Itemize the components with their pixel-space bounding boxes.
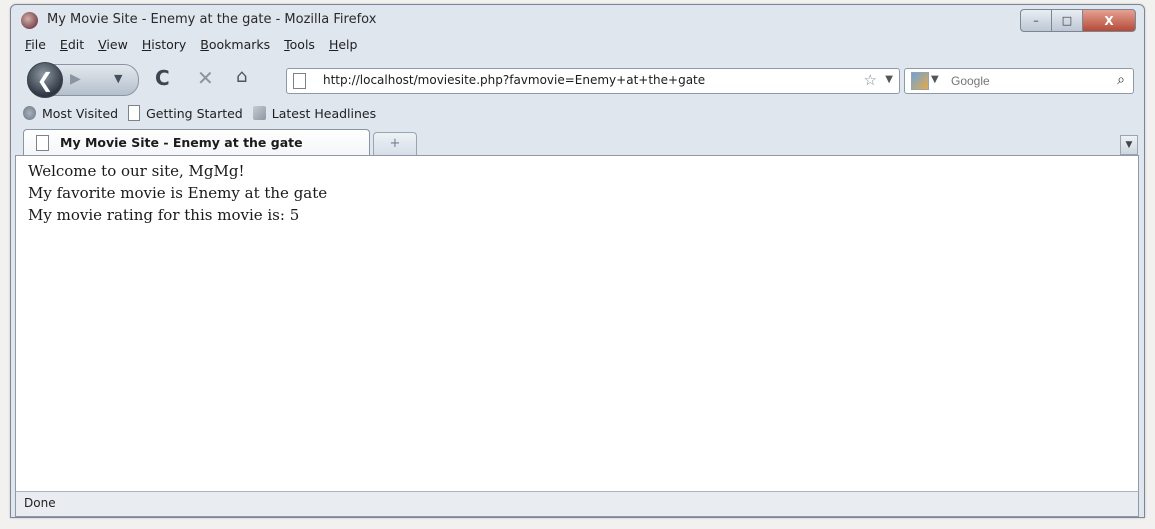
menu-bar: File Edit View History Bookmarks Tools H… — [25, 37, 357, 55]
forward-icon: ▶ — [70, 71, 81, 87]
browser-window: My Movie Site - Enemy at the gate - Mozi… — [10, 4, 1145, 518]
page-icon — [293, 73, 306, 89]
search-bar[interactable]: ▼ ⌕ — [904, 68, 1134, 94]
menu-history[interactable]: History — [142, 37, 186, 55]
back-forward-group: ❮ ▶ ▼ — [27, 62, 139, 98]
url-text[interactable]: http://localhost/moviesite.php?favmovie=… — [323, 73, 705, 87]
back-button[interactable]: ❮ — [27, 62, 63, 98]
title-bar[interactable]: My Movie Site - Enemy at the gate - Mozi… — [11, 5, 1144, 37]
window-title: My Movie Site - Enemy at the gate - Mozi… — [47, 12, 377, 27]
home-button[interactable]: ⌂ — [236, 67, 247, 87]
page-body: Welcome to our site, MgMg! My favorite m… — [28, 160, 327, 226]
search-engine-icon[interactable] — [911, 72, 929, 90]
close-button[interactable]: X — [1082, 9, 1136, 32]
bookmarks-toolbar: Most Visited Getting Started Latest Head… — [23, 103, 376, 123]
navigation-toolbar: ❮ ▶ ▼ C ✕ ⌂ http://localhost/moviesite.p… — [11, 55, 1144, 101]
search-engine-dropdown[interactable]: ▼ — [931, 74, 939, 85]
bookmark-label: Most Visited — [42, 105, 119, 121]
minimize-icon: – — [1033, 14, 1039, 27]
menu-tools[interactable]: Tools — [284, 37, 315, 55]
page-icon — [36, 135, 49, 151]
search-input[interactable] — [949, 72, 1103, 90]
plus-icon: + — [389, 136, 401, 151]
forward-button[interactable]: ▶ — [70, 71, 81, 87]
menu-edit[interactable]: Edit — [60, 37, 84, 55]
tab-list-button[interactable]: ▼ — [1120, 135, 1138, 155]
page-icon — [128, 105, 141, 121]
star-icon[interactable]: ☆ — [864, 71, 877, 89]
bookmark-getting-started[interactable]: Getting Started — [128, 105, 243, 121]
menu-view[interactable]: View — [98, 37, 128, 55]
history-dropdown-button[interactable]: ▼ — [114, 72, 122, 85]
maximize-button[interactable]: □ — [1051, 9, 1082, 32]
status-text: Done — [24, 496, 56, 510]
maximize-icon: □ — [1061, 14, 1073, 27]
favorite-movie-text: My favorite movie is Enemy at the gate — [28, 184, 328, 202]
bookmark-label: Getting Started — [146, 105, 243, 121]
chevron-down-icon: ▼ — [114, 72, 123, 85]
page-content: Welcome to our site, MgMg! My favorite m… — [15, 155, 1139, 492]
minimize-button[interactable]: – — [1020, 9, 1051, 32]
welcome-message: Welcome to our site, MgMg! — [28, 162, 245, 180]
tab-strip: My Movie Site - Enemy at the gate + ▼ — [11, 127, 1144, 156]
reload-button[interactable]: C — [155, 68, 170, 88]
url-dropdown-button[interactable]: ▼ — [885, 74, 893, 85]
menu-bookmarks[interactable]: Bookmarks — [200, 37, 270, 55]
back-icon: ❮ — [36, 68, 54, 92]
status-bar: Done — [15, 491, 1139, 517]
most-visited-icon — [23, 106, 36, 120]
search-icon[interactable]: ⌕ — [1117, 72, 1125, 88]
stop-icon: ✕ — [197, 66, 214, 90]
home-icon: ⌂ — [236, 66, 248, 87]
new-tab-button[interactable]: + — [373, 132, 417, 155]
firefox-app-icon[interactable] — [21, 12, 38, 29]
close-icon: X — [1104, 13, 1114, 28]
bookmark-label: Latest Headlines — [271, 105, 377, 121]
bookmark-latest-headlines[interactable]: Latest Headlines — [252, 105, 377, 121]
menu-help[interactable]: Help — [329, 37, 358, 55]
address-bar[interactable]: http://localhost/moviesite.php?favmovie=… — [286, 68, 900, 94]
movie-rating-text: My movie rating for this movie is: 5 — [28, 206, 300, 224]
stop-button[interactable]: ✕ — [197, 68, 214, 88]
reload-icon: C — [155, 66, 170, 90]
bookmark-most-visited[interactable]: Most Visited — [23, 106, 118, 121]
window-controls: – □ X — [1020, 9, 1136, 32]
chevron-down-icon: ▼ — [1125, 140, 1133, 150]
tab-label: My Movie Site - Enemy at the gate — [60, 135, 303, 150]
menu-file[interactable]: File — [25, 37, 46, 55]
tab-active[interactable]: My Movie Site - Enemy at the gate — [23, 129, 370, 156]
rss-feed-icon — [252, 106, 266, 120]
